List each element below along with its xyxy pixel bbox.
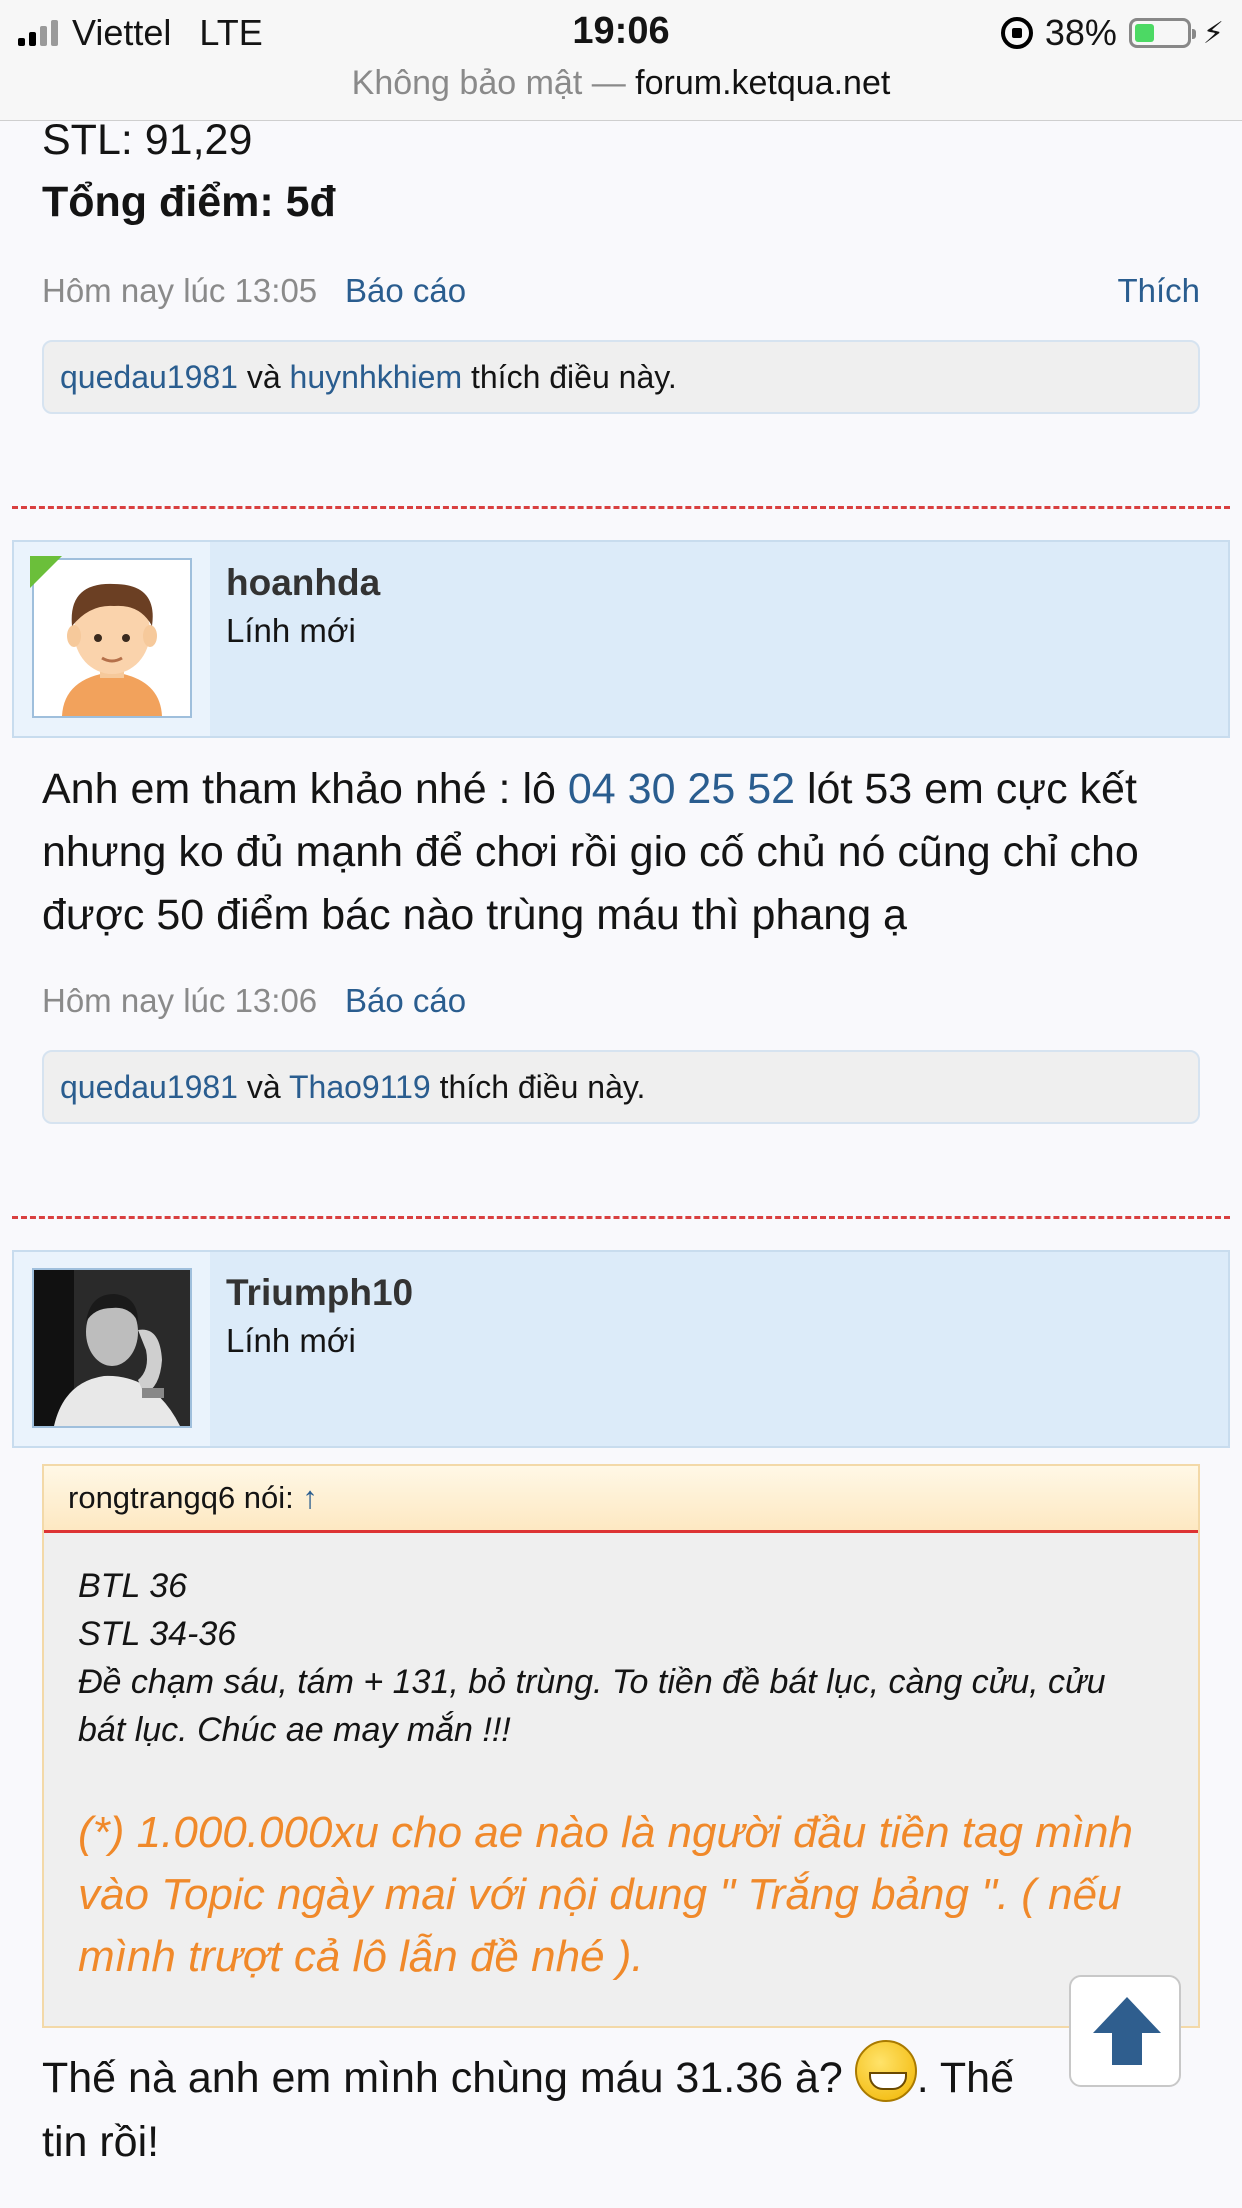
- post3-reply-b: . Thế: [916, 2054, 1014, 2102]
- post2-userbar: hoanhda Lính mới: [12, 540, 1230, 738]
- arrow-up-icon: [1093, 1997, 1161, 2033]
- post2-line2: nhưng ko đủ mạnh để chơi rồi gio cố chủ …: [42, 828, 1139, 876]
- post2-numbers: 04 30 25 52: [567, 765, 796, 813]
- post2-timestamp[interactable]: Hôm nay lúc 13:06: [42, 982, 317, 1020]
- likes-suffix: thích điều này.: [470, 359, 677, 395]
- online-indicator-icon: [30, 556, 62, 588]
- post3-reply-line2: tin rồi!: [42, 2118, 160, 2166]
- post-separator: [12, 1216, 1230, 1219]
- likes-suffix: thích điều này.: [439, 1069, 646, 1105]
- post2-body: Anh em tham khảo nhé : lô 04 30 25 52 ló…: [42, 758, 1139, 947]
- avatar-cell: [14, 1252, 210, 1446]
- post3-username[interactable]: Triumph10: [226, 1272, 413, 1314]
- quote-line: bát lục. Chúc ae may mắn !!!: [78, 1711, 511, 1749]
- post2-user-title: Lính mới: [226, 612, 356, 649]
- post3-userbar: Triumph10 Lính mới: [12, 1250, 1230, 1448]
- quote-header: rongtrangq6 nói: ↑: [44, 1466, 1198, 1533]
- likes-and: và: [246, 1069, 281, 1105]
- quote-body: BTL 36 STL 34-36 Đề chạm sáu, tám + 131,…: [78, 1562, 1170, 1754]
- quote-author: rongtrangq6 nói:: [68, 1480, 294, 1515]
- user-photo-avatar-icon: [34, 1270, 190, 1426]
- post3-user-title: Lính mới: [226, 1322, 356, 1359]
- grin-emoji-icon: [854, 2040, 917, 2102]
- quote-block: rongtrangq6 nói: ↑ BTL 36 STL 34-36 Đề c…: [42, 1464, 1200, 2028]
- status-right: 38% ⚡: [1000, 12, 1224, 54]
- quote-highlight-line: mình trượt cả lô lẫn đề nhé ).: [78, 1932, 644, 1981]
- url-bar[interactable]: Không bảo mật — forum.ketqua.net: [0, 62, 1242, 121]
- battery-icon: [1128, 18, 1196, 48]
- post2-likes-box: quedau1981 và Thao9119 thích điều này.: [42, 1050, 1200, 1124]
- post1-likes-box: quedau1981 và huynhkhiem thích điều này.: [42, 340, 1200, 414]
- liker-link[interactable]: Thao9119: [289, 1069, 431, 1105]
- post3-reply: Thế nà anh em mình chùng máu 31.36 à? . …: [42, 2040, 1014, 2174]
- quote-jump-arrow-icon[interactable]: ↑: [302, 1480, 318, 1515]
- post2-text-a: Anh em tham khảo nhé : lô: [42, 765, 568, 813]
- post1-timestamp[interactable]: Hôm nay lúc 13:05: [42, 272, 317, 310]
- avatar-cell: [14, 542, 210, 736]
- liker-link[interactable]: quedau1981: [60, 1069, 238, 1105]
- charging-icon: ⚡: [1202, 16, 1224, 50]
- arrow-up-stem: [1112, 2031, 1142, 2065]
- rotation-lock-icon: [1000, 17, 1033, 49]
- status-bar: Viettel LTE 19:06 38% ⚡: [0, 0, 1242, 62]
- quote-highlight: (*) 1.000.000xu cho ae nào là người đầu …: [78, 1802, 1133, 1988]
- post-separator: [12, 506, 1230, 509]
- post1-like-button[interactable]: Thích: [1117, 272, 1200, 310]
- post3-reply-line1: Thế nà anh em mình chùng máu 31.36 à? . …: [42, 2040, 1014, 2110]
- scroll-to-top-button[interactable]: [1069, 1975, 1181, 2087]
- post3-reply-a: Thế nà anh em mình chùng máu 31.36 à?: [42, 2054, 843, 2102]
- post2-line3: được 50 điểm bác nào trùng máu thì phang…: [42, 891, 907, 939]
- security-label: Không bảo mật —: [351, 64, 626, 102]
- battery-percent: 38%: [1044, 12, 1117, 53]
- post2-line1: Anh em tham khảo nhé : lô 04 30 25 52 ló…: [42, 758, 1139, 821]
- post2-report-link[interactable]: Báo cáo: [345, 982, 466, 1020]
- avatar[interactable]: [32, 1268, 192, 1428]
- post2-username[interactable]: hoanhda: [226, 562, 380, 604]
- post1-line1: STL: 91,29: [42, 116, 253, 164]
- quote-line: STL 34-36: [78, 1615, 237, 1653]
- liker-link[interactable]: huynhkhiem: [290, 359, 463, 395]
- post2-text-b: lót 53 em cực kết: [795, 765, 1137, 813]
- post1-line2: Tổng điểm: 5đ: [42, 178, 336, 226]
- quote-line: Đề chạm sáu, tám + 131, bỏ trùng. To tiề…: [78, 1663, 1106, 1701]
- liker-link[interactable]: quedau1981: [60, 359, 238, 395]
- likes-and: và: [246, 359, 281, 395]
- quote-line: BTL 36: [78, 1567, 188, 1605]
- quote-highlight-line: vào Topic ngày mai với nội dung " Trắng …: [78, 1870, 1122, 1919]
- quote-highlight-line: (*) 1.000.000xu cho ae nào là người đầu …: [78, 1808, 1133, 1857]
- post1-report-link[interactable]: Báo cáo: [345, 272, 466, 310]
- url-host: forum.ketqua.net: [635, 64, 891, 102]
